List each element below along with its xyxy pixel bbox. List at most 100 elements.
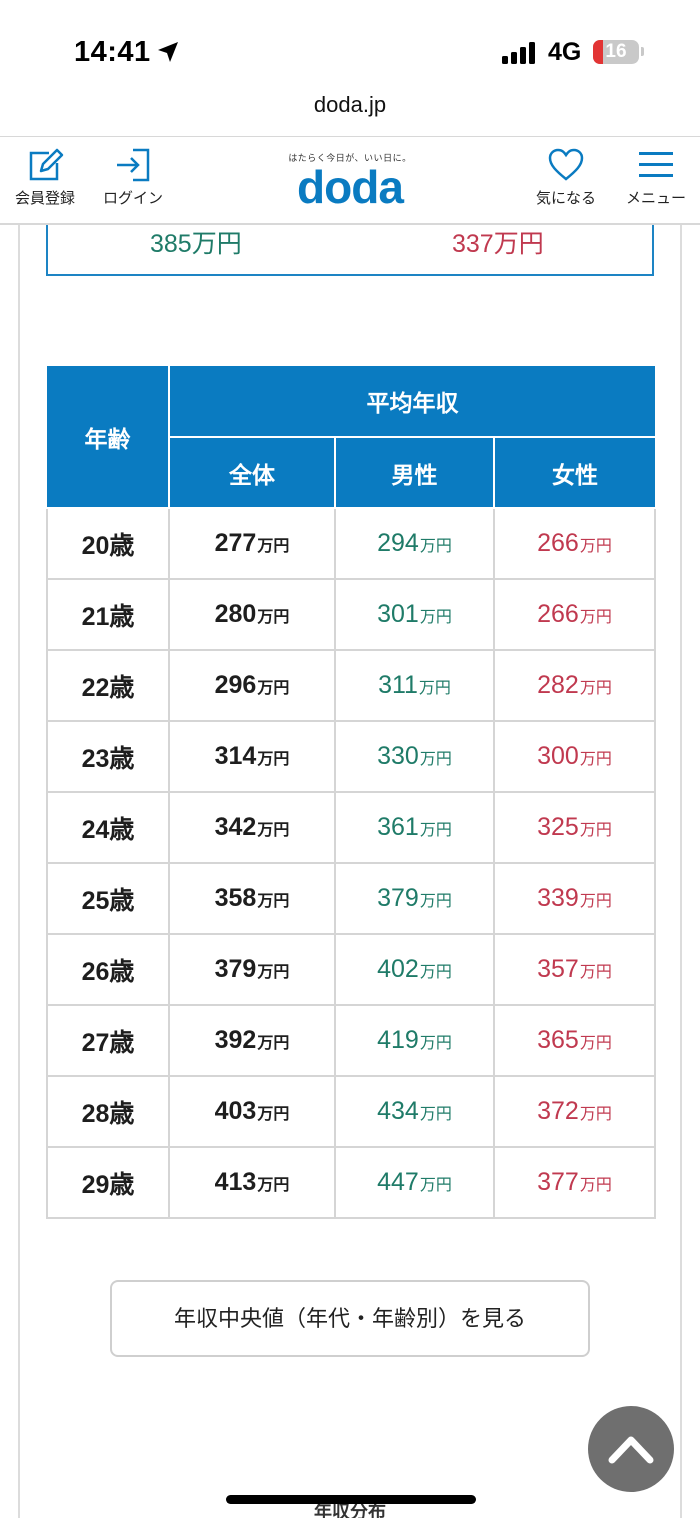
cell-age-value: 26歳 xyxy=(81,957,135,986)
cell-female-value: 372 xyxy=(537,1097,579,1125)
home-indicator[interactable] xyxy=(226,1495,476,1504)
favorites-label: 気になる xyxy=(535,190,596,207)
cell-female: 266万円 xyxy=(493,578,656,651)
cell-unit: 万円 xyxy=(419,751,452,768)
hamburger-menu-icon xyxy=(639,152,673,177)
cell-all: 277万円 xyxy=(168,507,336,580)
cell-unit: 万円 xyxy=(579,538,612,555)
header-age: 年齢 xyxy=(47,366,170,509)
cell-male-value: 447 xyxy=(377,1168,419,1196)
login-button[interactable]: ログイン xyxy=(98,147,168,208)
login-arrow-icon xyxy=(117,148,150,182)
heart-icon xyxy=(548,148,584,181)
cell-age-value: 29歳 xyxy=(81,1170,135,1199)
header-male: 男性 xyxy=(334,436,495,509)
cell-female-value: 300 xyxy=(537,742,579,770)
table-row: 24歳 342万円 361万円 325万円 xyxy=(46,791,656,864)
cell-all-value: 314 xyxy=(214,742,257,770)
cell-age-value: 27歳 xyxy=(81,1028,135,1057)
cell-female: 300万円 xyxy=(493,720,656,793)
cell-male-value: 419 xyxy=(377,1026,419,1054)
cell-age-value: 22歳 xyxy=(81,673,135,702)
cell-age: 22歳 xyxy=(46,649,170,722)
header-female: 女性 xyxy=(493,436,655,509)
address-bar[interactable]: doda.jp xyxy=(0,92,700,132)
cell-male: 447万円 xyxy=(334,1146,495,1219)
table-row: 25歳 358万円 379万円 339万円 xyxy=(46,862,656,935)
cell-unit: 万円 xyxy=(419,538,452,555)
cell-female: 282万円 xyxy=(493,649,656,722)
cell-age-value: 28歳 xyxy=(81,1099,135,1128)
cell-unit: 万円 xyxy=(257,538,290,555)
cell-female: 357万円 xyxy=(493,933,656,1006)
table-row: 29歳 413万円 447万円 377万円 xyxy=(46,1146,656,1219)
cell-female-value: 266 xyxy=(537,600,579,628)
battery-icon: 16 xyxy=(593,40,639,64)
scroll-to-top-button[interactable] xyxy=(588,1406,674,1492)
cell-unit: 万円 xyxy=(419,1035,452,1052)
cell-female: 377万円 xyxy=(493,1146,656,1219)
cell-age: 27歳 xyxy=(46,1004,170,1077)
cell-female-value: 377 xyxy=(537,1168,579,1196)
cell-male: 311万円 xyxy=(334,649,495,722)
menu-button[interactable]: メニュー xyxy=(620,147,692,208)
cell-male: 419万円 xyxy=(334,1004,495,1077)
cell-unit: 万円 xyxy=(579,964,612,981)
cell-all: 379万円 xyxy=(168,933,336,1006)
cell-male: 402万円 xyxy=(334,933,495,1006)
cell-unit: 万円 xyxy=(579,893,612,910)
cell-male-value: 402 xyxy=(377,955,419,983)
cell-unit: 万円 xyxy=(418,680,451,697)
cell-unit: 万円 xyxy=(419,1106,452,1123)
network-type: 4G xyxy=(548,38,582,66)
doda-logo-link[interactable]: はたらく今日が、いい日に。 doda xyxy=(280,151,420,210)
salary-by-age-table: 年齢 平均年収 全体 男性 女性 20歳 277万円 294万円 266万円 21歳 28… xyxy=(46,366,656,1219)
url-text: doda.jp xyxy=(313,92,387,117)
cell-female-value: 365 xyxy=(537,1026,579,1054)
cell-all: 413万円 xyxy=(168,1146,336,1219)
cell-age-value: 21歳 xyxy=(81,602,135,631)
cell-unit: 万円 xyxy=(419,964,452,981)
cell-age: 20歳 xyxy=(46,507,170,580)
cell-unit: 万円 xyxy=(419,609,452,626)
cell-female: 325万円 xyxy=(493,791,656,864)
header-average-income: 平均年収 xyxy=(168,366,655,438)
location-arrow-icon xyxy=(158,42,178,62)
doda-logo: doda xyxy=(297,161,404,213)
cell-unit: 万円 xyxy=(579,1177,612,1194)
cell-unit: 万円 xyxy=(419,822,452,839)
table-row: 22歳 296万円 311万円 282万円 xyxy=(46,649,656,722)
summary-female-value: 337万円 xyxy=(452,230,544,258)
cell-male-value: 434 xyxy=(377,1097,419,1125)
cell-unit: 万円 xyxy=(579,1035,612,1052)
cell-age-value: 20歳 xyxy=(81,531,135,560)
cell-age: 25歳 xyxy=(46,862,170,935)
cell-female-value: 266 xyxy=(537,529,579,557)
cell-all-value: 413 xyxy=(214,1168,257,1196)
cell-all: 403万円 xyxy=(168,1075,336,1148)
cell-unit: 万円 xyxy=(257,964,290,981)
cell-male-value: 311 xyxy=(378,671,418,699)
cell-unit: 万円 xyxy=(257,751,290,768)
cell-unit: 万円 xyxy=(579,609,612,626)
register-label: 会員登録 xyxy=(14,190,75,207)
cell-female: 365万円 xyxy=(493,1004,656,1077)
cell-age: 28歳 xyxy=(46,1075,170,1148)
status-time: 14:41 xyxy=(74,36,151,68)
cell-female-value: 339 xyxy=(537,884,579,912)
cell-male: 330万円 xyxy=(334,720,495,793)
cell-unit: 万円 xyxy=(257,1177,290,1194)
site-header: 会員登録 ログイン はたらく今日が、いい日に。 doda 気になる メニュー xyxy=(0,136,700,225)
cell-male-value: 301 xyxy=(377,600,419,628)
cell-unit: 万円 xyxy=(579,1106,612,1123)
cell-female: 372万円 xyxy=(493,1075,656,1148)
table-row: 21歳 280万円 301万円 266万円 xyxy=(46,578,656,651)
cell-unit: 万円 xyxy=(419,893,452,910)
status-bar: 14:41 4G 16 xyxy=(0,0,700,90)
table-header-row: 年齢 平均年収 xyxy=(47,366,655,509)
register-button[interactable]: 会員登録 xyxy=(8,147,82,208)
battery-tip xyxy=(641,47,644,56)
view-median-income-button[interactable]: 年収中央値（年代・年齢別）を見る xyxy=(110,1280,590,1357)
favorites-button[interactable]: 気になる xyxy=(530,147,602,208)
cell-unit: 万円 xyxy=(257,893,290,910)
